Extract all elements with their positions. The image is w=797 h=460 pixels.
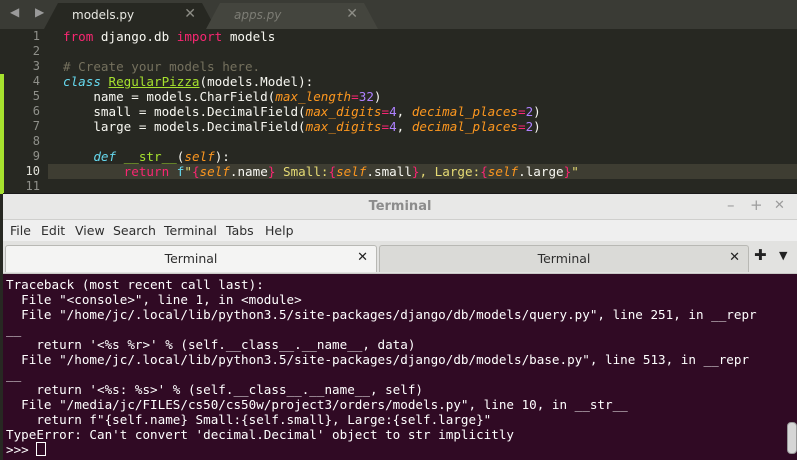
new-tab-icon[interactable]: ✚ xyxy=(754,246,767,264)
prompt-line[interactable]: >>> xyxy=(6,442,47,457)
menu-bar: File Edit View Search Terminal Tabs Help xyxy=(3,220,797,241)
line-number: 7 xyxy=(32,119,40,133)
code-line: from django.db import models xyxy=(63,29,276,44)
editor-tab-label: models.py xyxy=(72,8,135,22)
terminal-tab-bar: Terminal ✕ Terminal ✕ ✚ ▼ xyxy=(3,241,797,274)
menu-help[interactable]: Help xyxy=(265,223,294,238)
output-line: File "<console>", line 1, in <module> xyxy=(6,292,302,307)
window-title: Terminal xyxy=(368,199,432,214)
maximize-icon[interactable]: + xyxy=(750,196,763,214)
code-line: class RegularPizza(models.Model): xyxy=(63,74,314,89)
terminal-tab-label: Terminal xyxy=(537,251,591,266)
prompt: >>> xyxy=(6,442,37,457)
error-message: TypeError: Can't convert 'decimal.Decima… xyxy=(6,427,514,442)
scrollbar[interactable] xyxy=(785,274,797,460)
line-number: 9 xyxy=(32,149,40,163)
editor-tab-models-py[interactable]: models.py ✕ xyxy=(44,3,216,29)
output-line: __ xyxy=(6,367,22,382)
close-icon[interactable]: ✕ xyxy=(346,6,358,22)
code-line: large = models.DecimalField(max_digits=4… xyxy=(63,119,541,134)
menu-terminal[interactable]: Terminal xyxy=(164,223,217,238)
terminal-tab-2[interactable]: Terminal ✕ xyxy=(379,245,749,272)
output-line: File "/home/jc/.local/lib/python3.5/site… xyxy=(6,352,750,367)
terminal-tab-1[interactable]: Terminal ✕ xyxy=(5,245,377,272)
line-number: 5 xyxy=(32,89,40,103)
chevron-down-icon[interactable]: ▼ xyxy=(779,249,787,262)
output-line: Traceback (most recent call last): xyxy=(6,277,264,292)
minimize-icon[interactable]: – xyxy=(727,196,735,214)
menu-tabs[interactable]: Tabs xyxy=(226,223,254,238)
line-number: 1 xyxy=(32,29,40,43)
close-icon[interactable]: ✕ xyxy=(184,6,196,22)
code-line: small = models.DecimalField(max_digits=4… xyxy=(63,104,541,119)
menu-search[interactable]: Search xyxy=(113,223,156,238)
scrollbar-thumb[interactable] xyxy=(787,422,797,454)
output-line: return '<%s %r>' % (self.__class__.__nam… xyxy=(6,337,416,352)
editor-tab-bar: ◀ ▶ models.py ✕ apps.py ✕ xyxy=(0,0,797,29)
code-line: return f"{self.name} Small:{self.small},… xyxy=(123,164,579,179)
close-icon[interactable]: ✕ xyxy=(357,250,368,265)
editor-tab-label: apps.py xyxy=(234,8,282,22)
terminal-titlebar[interactable]: Terminal – + ✕ xyxy=(3,194,797,220)
line-number: 2 xyxy=(32,44,40,58)
output-line: return '<%s: %s>' % (self.__class__.__na… xyxy=(6,382,424,397)
output-line: return f"{self.name} Small:{self.small},… xyxy=(6,412,492,427)
close-icon[interactable]: ✕ xyxy=(729,250,740,265)
code-line: def __str__(self): xyxy=(93,149,230,164)
terminal-output[interactable]: Traceback (most recent call last): File … xyxy=(3,274,785,460)
code-line: name = models.CharField(max_length=32) xyxy=(63,89,382,104)
line-number: 3 xyxy=(32,59,40,73)
output-line: __ xyxy=(6,322,22,337)
line-number-gutter: 1 2 3 4 5 6 7 8 9 10 11 xyxy=(0,29,48,195)
line-number: 6 xyxy=(32,104,40,118)
line-number: 11 xyxy=(25,179,40,193)
menu-file[interactable]: File xyxy=(10,223,31,238)
output-line: File "/media/jc/FILES/cs50/cs50w/project… xyxy=(6,397,628,412)
code-editor: ◀ ▶ models.py ✕ apps.py ✕ 1 2 3 4 5 6 7 … xyxy=(0,0,797,195)
line-number-current: 10 xyxy=(25,164,40,178)
terminal-tab-label: Terminal xyxy=(164,251,218,266)
menu-edit[interactable]: Edit xyxy=(41,223,65,238)
code-line: # Create your models here. xyxy=(63,59,261,74)
line-number: 4 xyxy=(32,74,40,88)
menu-view[interactable]: View xyxy=(75,223,105,238)
terminal-window: Terminal – + ✕ File Edit View Search Ter… xyxy=(3,193,797,460)
text-cursor xyxy=(36,442,47,456)
close-icon[interactable]: ✕ xyxy=(774,198,785,213)
line-number: 8 xyxy=(32,134,40,148)
editor-tab-apps-py[interactable]: apps.py ✕ xyxy=(206,3,378,29)
output-line: File "/home/jc/.local/lib/python3.5/site… xyxy=(6,307,757,322)
